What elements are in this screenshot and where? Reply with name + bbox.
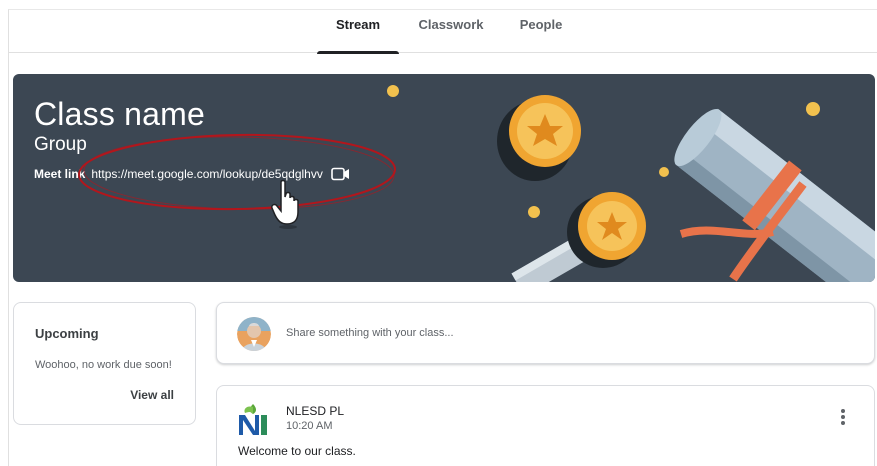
tab-classwork-label: Classwork — [418, 17, 484, 32]
post-author: NLESD PL — [286, 404, 345, 418]
active-tab-indicator — [317, 51, 399, 54]
class-banner: Class name Group Meet link https://meet.… — [13, 74, 875, 282]
tab-classwork[interactable]: Classwork — [411, 17, 491, 53]
class-name: Class name — [34, 96, 205, 132]
post-timestamp: 10:20 AM — [286, 420, 333, 432]
user-avatar — [237, 317, 271, 351]
tab-people[interactable]: People — [509, 17, 573, 53]
tab-people-label: People — [519, 17, 563, 32]
post-body: Welcome to our class. — [238, 444, 356, 458]
top-navigation: Stream Classwork People — [9, 10, 877, 54]
class-section: Group — [34, 134, 87, 155]
video-camera-icon[interactable] — [331, 167, 351, 181]
share-with-class-box[interactable]: Share something with your class... — [216, 302, 875, 364]
upcoming-empty-message: Woohoo, no work due soon! — [35, 359, 172, 371]
tab-stream[interactable]: Stream — [317, 17, 399, 54]
more-vertical-icon[interactable] — [840, 409, 846, 427]
announcement-post: NLESD PL 10:20 AM Welcome to our class. — [216, 385, 875, 466]
upcoming-card: Upcoming Woohoo, no work due soon! View … — [13, 302, 196, 425]
meet-link-row: Meet link https://meet.google.com/lookup… — [34, 167, 351, 181]
upcoming-title: Upcoming — [35, 326, 99, 341]
tab-stream-label: Stream — [335, 17, 381, 32]
nlesd-logo — [239, 404, 267, 435]
share-placeholder: Share something with your class... — [286, 327, 454, 339]
meet-link-url[interactable]: https://meet.google.com/lookup/de5qdglhv… — [91, 167, 322, 181]
meet-link-label: Meet link — [34, 167, 86, 181]
view-all-link[interactable]: View all — [130, 388, 174, 402]
